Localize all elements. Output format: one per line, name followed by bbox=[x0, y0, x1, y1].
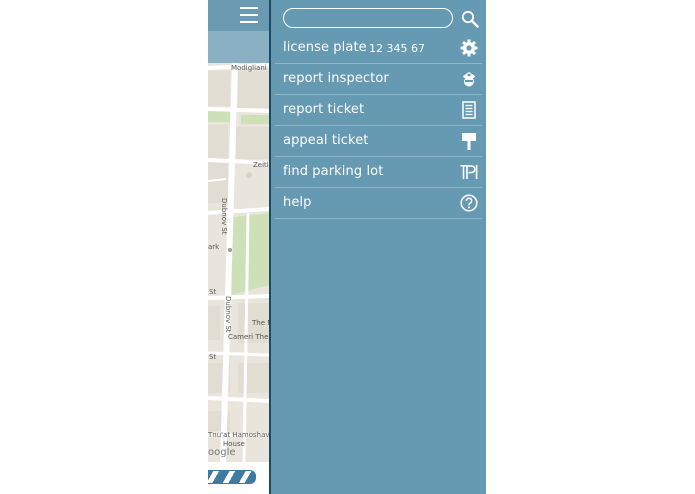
menu-item-report-ticket[interactable]: report ticket bbox=[275, 95, 482, 126]
menu-item-label: help bbox=[283, 195, 312, 210]
menu-item-report-inspector[interactable]: report inspector bbox=[275, 64, 482, 95]
menu-item-license-plate[interactable]: license plate 12 345 67 bbox=[275, 33, 482, 64]
map-label-tnua: Tnu'at Hamoshavim bbox=[208, 431, 269, 439]
map-canvas[interactable]: Modigliani St Zeitl Dubnov St ark St Dub… bbox=[208, 62, 269, 463]
map-label-st-2: St bbox=[209, 353, 217, 361]
menu-item-label: license plate bbox=[283, 40, 367, 55]
license-plate-value: 12 345 67 bbox=[369, 42, 425, 55]
map-roads bbox=[208, 62, 269, 463]
search-icon[interactable] bbox=[461, 10, 479, 28]
gear-icon bbox=[460, 39, 478, 57]
help-icon bbox=[460, 194, 478, 212]
map-label-zeitlin: Zeitl bbox=[253, 161, 269, 169]
menu-list: license plate 12 345 67 report inspector… bbox=[275, 33, 482, 219]
menu-item-label: report inspector bbox=[283, 71, 389, 86]
map-pane[interactable]: Modigliani St Zeitl Dubnov St ark St Dub… bbox=[208, 0, 269, 494]
menu-item-appeal-ticket[interactable]: appeal ticket bbox=[275, 126, 482, 157]
parking-icon bbox=[460, 163, 478, 181]
menu-item-label: find parking lot bbox=[283, 164, 384, 179]
map-label-st: St bbox=[209, 288, 217, 296]
map-label-dubnov-2: Dubnov St bbox=[224, 296, 232, 333]
menu-item-label: report ticket bbox=[283, 102, 365, 117]
map-sub-bar bbox=[208, 31, 269, 63]
search-input[interactable] bbox=[283, 8, 453, 28]
search-row bbox=[271, 0, 486, 36]
menu-item-find-parking-lot[interactable]: find parking lot bbox=[275, 157, 482, 188]
map-label-park: ark bbox=[208, 243, 220, 251]
ticket-icon bbox=[460, 101, 478, 119]
inspector-icon bbox=[460, 70, 478, 88]
sign-icon bbox=[460, 132, 478, 150]
side-menu: license plate 12 345 67 report inspector… bbox=[269, 0, 486, 494]
menu-item-label: appeal ticket bbox=[283, 133, 369, 148]
hamburger-menu-icon[interactable] bbox=[240, 7, 258, 23]
top-bar bbox=[208, 0, 269, 31]
map-label-the-n: The N bbox=[252, 319, 269, 327]
map-label-dubnov: Dubnov St bbox=[220, 198, 228, 235]
app-screen: Modigliani St Zeitl Dubnov St ark St Dub… bbox=[208, 0, 486, 494]
map-label-modigliani: Modigliani St bbox=[231, 64, 269, 72]
menu-item-help[interactable]: help bbox=[275, 188, 482, 219]
map-label-cameri: Cameri Theate bbox=[228, 333, 269, 341]
striped-slider[interactable] bbox=[208, 470, 256, 484]
google-logo: oogle bbox=[208, 447, 236, 458]
